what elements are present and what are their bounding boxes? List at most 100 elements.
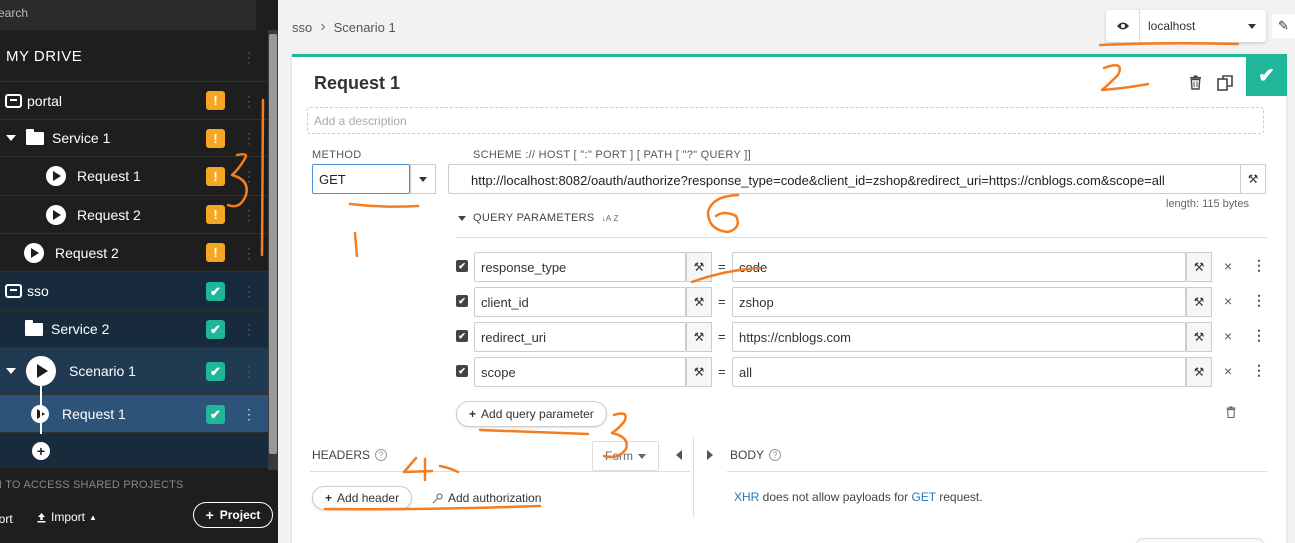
magic-wand-icon[interactable]: ⚒ xyxy=(1186,322,1212,352)
import-label: Import xyxy=(51,510,86,524)
add-query-parameter-button[interactable]: + Add query parameter xyxy=(456,401,607,427)
divider xyxy=(727,471,1267,472)
headers-section-title: HEADERS ? xyxy=(312,448,388,462)
more-icon[interactable]: ⋮ xyxy=(1252,362,1266,379)
search-input[interactable]: earch xyxy=(0,0,256,30)
eye-icon[interactable] xyxy=(1106,10,1140,42)
help-icon[interactable]: ? xyxy=(375,449,388,461)
copy-icon[interactable] xyxy=(1217,75,1234,95)
environment-selector[interactable]: localhost xyxy=(1106,10,1266,42)
url-input[interactable]: http://localhost:8082/oauth/authorize?re… xyxy=(448,164,1241,194)
magic-wand-icon[interactable]: ⚒ xyxy=(686,357,712,387)
item-menu-icon[interactable]: ⋮ xyxy=(242,131,256,145)
chevron-down-icon[interactable] xyxy=(6,135,16,141)
close-icon[interactable]: × xyxy=(1224,293,1232,309)
sidebar-item-service-1[interactable]: Service 1 ! ⋮ xyxy=(0,119,268,156)
body-label: BODY xyxy=(730,448,765,462)
sidebar-item-request-2b[interactable]: Request 2 ! ⋮ xyxy=(0,233,268,271)
url-length: length: 115 bytes xyxy=(1166,198,1249,210)
sidebar-item-sso[interactable]: sso ✔ ⋮ xyxy=(0,271,268,310)
my-drive-menu-icon[interactable]: ⋮ xyxy=(242,50,256,64)
warning-badge: ! xyxy=(206,205,225,224)
shared-projects-notice[interactable]: N TO ACCESS SHARED PROJECTS xyxy=(0,479,262,491)
item-menu-icon[interactable]: ⋮ xyxy=(242,169,256,183)
param-name-input[interactable]: redirect_uri xyxy=(474,322,686,352)
save-button[interactable]: ✔ xyxy=(1246,54,1287,96)
expand-right-icon[interactable] xyxy=(707,450,713,460)
param-enabled-checkbox[interactable]: ✔ xyxy=(456,365,468,377)
param-name-input[interactable]: client_id xyxy=(474,287,686,317)
param-value-input[interactable]: https://cnblogs.com xyxy=(732,322,1186,352)
help-icon[interactable]: ? xyxy=(769,449,782,461)
item-menu-icon[interactable]: ⋮ xyxy=(242,284,256,298)
item-menu-icon[interactable]: ⋮ xyxy=(242,246,256,260)
equals-sign: = xyxy=(718,259,726,274)
param-enabled-checkbox[interactable]: ✔ xyxy=(456,295,468,307)
description-input[interactable]: Add a description xyxy=(307,107,1264,134)
chevron-down-icon xyxy=(458,215,466,221)
param-enabled-checkbox[interactable]: ✔ xyxy=(456,330,468,342)
sidebar-scrollbar-thumb[interactable] xyxy=(269,34,277,454)
method-term: GET xyxy=(911,490,936,504)
headers-mode-dropdown[interactable]: Form xyxy=(592,441,659,471)
method-dropdown-button[interactable] xyxy=(410,164,436,194)
param-value-input[interactable]: code xyxy=(732,252,1186,282)
request-title[interactable]: Request 1 xyxy=(314,73,400,94)
add-header-button[interactable]: + Add header xyxy=(312,486,413,510)
query-parameters-toggle[interactable]: QUERY PARAMETERS ↓A Z xyxy=(458,212,619,224)
divider xyxy=(310,471,690,472)
magic-wand-icon[interactable]: ⚒ xyxy=(686,322,712,352)
item-menu-icon[interactable]: ⋮ xyxy=(242,322,256,336)
sidebar-item-service-2[interactable]: Service 2 ✔ ⋮ xyxy=(0,310,268,347)
breadcrumb-root[interactable]: sso xyxy=(292,20,312,35)
item-menu-icon[interactable]: ⋮ xyxy=(242,94,256,108)
sidebar-item-portal[interactable]: portal ! ⋮ xyxy=(0,81,268,119)
close-icon[interactable]: × xyxy=(1224,328,1232,344)
query-param-row: ✔ redirect_uri ⚒ = https://cnblogs.com ⚒… xyxy=(456,322,1267,352)
plus-icon: + xyxy=(469,407,477,421)
plus-icon: + xyxy=(325,491,333,505)
trash-icon[interactable] xyxy=(1226,406,1236,421)
import-button[interactable]: Import ▲ xyxy=(36,510,97,524)
param-enabled-checkbox[interactable]: ✔ xyxy=(456,260,468,272)
item-menu-icon[interactable]: ⋮ xyxy=(242,208,256,222)
more-icon[interactable]: ⋮ xyxy=(1252,327,1266,344)
query-param-row: ✔ scope ⚒ = all ⚒ × ⋮ xyxy=(456,357,1267,387)
item-menu-icon[interactable]: ⋮ xyxy=(242,364,256,378)
sidebar-item-request-1[interactable]: Request 1 ! ⋮ xyxy=(0,156,268,195)
add-header-label: Add header xyxy=(337,491,400,505)
magic-wand-icon[interactable]: ⚒ xyxy=(1186,287,1212,317)
sidebar-add-row: + xyxy=(0,432,268,468)
sidebar-item-label: Request 2 xyxy=(55,244,119,261)
close-icon[interactable]: × xyxy=(1224,363,1232,379)
chevron-down-icon[interactable] xyxy=(6,368,16,374)
magic-wand-icon[interactable]: ⚒ xyxy=(1186,357,1212,387)
method-label: METHOD xyxy=(312,149,362,161)
param-value-input[interactable]: zshop xyxy=(732,287,1186,317)
param-name-input[interactable]: response_type xyxy=(474,252,686,282)
pencil-icon[interactable]: ✎ xyxy=(1272,14,1295,38)
more-icon[interactable]: ⋮ xyxy=(1252,257,1266,274)
collapse-left-icon[interactable] xyxy=(676,450,682,460)
add-project-button[interactable]: + Project xyxy=(193,502,273,528)
sidebar-item-request-2[interactable]: Request 2 ! ⋮ xyxy=(0,195,268,233)
magic-wand-icon[interactable]: ⚒ xyxy=(686,252,712,282)
item-menu-icon[interactable]: ⋮ xyxy=(242,407,256,421)
equals-sign: = xyxy=(718,294,726,309)
close-icon[interactable]: × xyxy=(1224,258,1232,274)
sidebar-item-label: Service 1 xyxy=(52,130,111,146)
param-name-input[interactable]: scope xyxy=(474,357,686,387)
more-icon[interactable]: ⋮ xyxy=(1252,292,1266,309)
param-value-input[interactable]: all xyxy=(732,357,1186,387)
add-authorization-button[interactable]: Add authorization xyxy=(432,491,541,505)
magic-wand-icon[interactable]: ⚒ xyxy=(686,287,712,317)
export-button[interactable]: port xyxy=(0,512,13,526)
play-icon xyxy=(46,204,66,225)
sort-alpha-icon[interactable]: ↓A Z xyxy=(602,214,619,223)
trash-icon[interactable] xyxy=(1189,75,1202,94)
method-input[interactable]: GET xyxy=(312,164,410,194)
add-step-icon[interactable]: + xyxy=(32,441,50,460)
bottom-button-partial[interactable] xyxy=(1134,538,1266,543)
magic-wand-icon[interactable]: ⚒ xyxy=(1240,164,1266,194)
magic-wand-icon[interactable]: ⚒ xyxy=(1186,252,1212,282)
